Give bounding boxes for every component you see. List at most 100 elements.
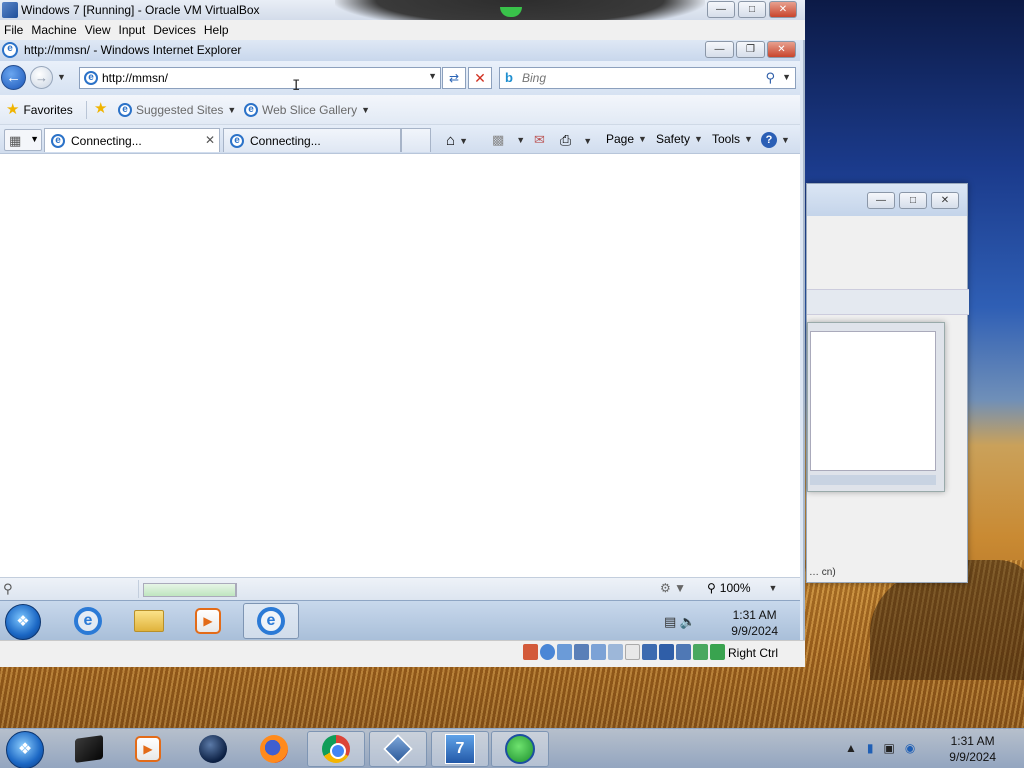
suggested-sites-link[interactable]: e Suggested Sites ▼ bbox=[118, 103, 236, 117]
usb-icon[interactable] bbox=[591, 644, 606, 660]
tab-connecting-active[interactable]: e Connecting... ✕ bbox=[44, 128, 220, 152]
taskbar-explorer[interactable] bbox=[121, 603, 177, 639]
taskbar-virtualbox[interactable] bbox=[369, 731, 427, 767]
favorites-button[interactable]: ★ Favorites bbox=[6, 102, 73, 117]
hard-disk-icon[interactable] bbox=[523, 644, 538, 660]
maximize-icon[interactable]: □ bbox=[899, 192, 927, 209]
guest-clock[interactable]: 1:31 AM 9/9/2024 bbox=[731, 607, 778, 639]
network-icon[interactable] bbox=[574, 644, 589, 660]
mouse-integration-icon[interactable] bbox=[693, 644, 708, 660]
host-time: 1:31 AM bbox=[950, 734, 995, 748]
shared-folders-icon[interactable] bbox=[608, 644, 623, 660]
optical-drive-icon[interactable] bbox=[540, 644, 555, 660]
menu-machine[interactable]: Machine bbox=[31, 20, 84, 40]
new-tab-button[interactable] bbox=[401, 128, 431, 152]
background-window[interactable]: — □ ✕ … cn) bbox=[806, 183, 969, 583]
video-capture-icon[interactable] bbox=[642, 644, 657, 660]
start-button[interactable]: ❖ bbox=[6, 731, 44, 768]
menu-view[interactable]: View bbox=[85, 20, 119, 40]
bluetooth-icon[interactable]: ▮ bbox=[867, 741, 874, 755]
print-button[interactable]: ⎙ ▼ bbox=[560, 132, 592, 149]
menu-help[interactable]: Help bbox=[204, 20, 237, 40]
close-icon[interactable]: ✕ bbox=[931, 192, 959, 209]
ie-titlebar[interactable]: e http://mmsn/ - Windows Internet Explor… bbox=[0, 40, 800, 61]
audio-icon[interactable] bbox=[557, 644, 572, 660]
address-input[interactable] bbox=[102, 70, 422, 86]
search-icon[interactable]: ⚲ bbox=[765, 70, 775, 86]
processor-icon[interactable] bbox=[659, 644, 674, 660]
menu-input[interactable]: Input bbox=[119, 20, 154, 40]
chevron-down-icon[interactable]: ▼ bbox=[459, 136, 468, 146]
stop-button[interactable]: ✕ bbox=[468, 67, 492, 89]
taskbar-download-manager[interactable] bbox=[491, 731, 549, 767]
restore-icon[interactable]: ❐ bbox=[736, 41, 765, 58]
ie-page-icon: e bbox=[244, 103, 258, 117]
internet-explorer-window[interactable]: e http://mmsn/ - Windows Internet Explor… bbox=[0, 40, 800, 600]
display-icon[interactable] bbox=[625, 644, 640, 660]
search-options-dropdown[interactable]: ▼ bbox=[782, 72, 791, 82]
host-system-tray: ▲ ▮ ▣ ◉ bbox=[845, 741, 915, 755]
taskbar-firefox[interactable] bbox=[245, 731, 303, 767]
address-dropdown-icon[interactable]: ▼ bbox=[428, 71, 437, 81]
virtualbox-window[interactable]: Windows 7 [Running] - Oracle VM VirtualB… bbox=[0, 0, 805, 667]
suggested-sites-label: Suggested Sites bbox=[136, 103, 224, 117]
taskbar-app-orb[interactable] bbox=[184, 731, 242, 767]
web-slice-gallery-link[interactable]: e Web Slice Gallery ▼ bbox=[244, 103, 370, 117]
taskbar-media-player[interactable]: ▶ bbox=[180, 603, 236, 639]
menu-file[interactable]: File bbox=[4, 20, 31, 40]
text-cursor-icon: I bbox=[292, 78, 301, 94]
taskbar-ie-running[interactable]: e bbox=[243, 603, 299, 639]
protected-mode-icon[interactable]: ⚙ ▼ bbox=[660, 581, 686, 595]
forward-button[interactable]: → bbox=[30, 66, 53, 89]
minimize-icon[interactable]: — bbox=[707, 1, 735, 18]
taskbar-app-1[interactable] bbox=[60, 731, 118, 767]
host-clock[interactable]: 1:31 AM 9/9/2024 bbox=[949, 733, 996, 765]
address-bar[interactable]: e ▼ bbox=[79, 67, 441, 89]
taskbar-chrome[interactable] bbox=[307, 731, 365, 767]
taskbar-ie-pinned[interactable]: e bbox=[60, 603, 116, 639]
safety-menu-button[interactable]: Safety ▼ bbox=[656, 132, 703, 146]
page-icon: e bbox=[84, 71, 98, 85]
help-button[interactable]: ? ▼ bbox=[761, 132, 790, 148]
page-menu-button[interactable]: Page ▼ bbox=[606, 132, 647, 146]
keyboard-capture-icon[interactable] bbox=[710, 644, 725, 660]
zoom-control[interactable]: ⚲ 100% ▼ bbox=[707, 581, 777, 595]
display-icon[interactable]: ▣ bbox=[884, 741, 895, 755]
feeds-button[interactable]: ▩ ▼ bbox=[492, 132, 525, 148]
quick-tabs-button[interactable]: ▦ ▼ bbox=[4, 129, 42, 151]
search-input[interactable] bbox=[522, 70, 752, 86]
network-volume-icons[interactable]: ▤ 🔈 bbox=[664, 614, 696, 630]
show-hidden-icons[interactable]: ▲ bbox=[845, 741, 857, 755]
minimize-icon[interactable]: — bbox=[867, 192, 895, 209]
taskbar-windows7-vm[interactable]: 7 bbox=[431, 731, 489, 767]
taskbar-media-player[interactable]: ▶ bbox=[119, 731, 177, 767]
home-button[interactable]: ⌂ ▼ bbox=[446, 132, 468, 149]
network-icon[interactable]: ◉ bbox=[905, 741, 915, 755]
back-button[interactable]: ← bbox=[1, 65, 26, 90]
add-to-favorites-bar-button[interactable]: ★ bbox=[94, 101, 107, 116]
virtualbox-icon bbox=[2, 2, 18, 18]
ie-page-icon: e bbox=[118, 103, 132, 117]
close-icon[interactable]: ✕ bbox=[767, 41, 796, 58]
host-key-label: Right Ctrl bbox=[727, 646, 778, 660]
chevron-down-icon[interactable]: ▼ bbox=[583, 136, 592, 146]
chevron-down-icon[interactable]: ▼ bbox=[516, 135, 525, 145]
menu-devices[interactable]: Devices bbox=[153, 20, 204, 40]
background-window-caption[interactable]: — □ ✕ bbox=[807, 184, 967, 216]
recent-pages-dropdown[interactable]: ▼ bbox=[57, 72, 66, 82]
chevron-down-icon[interactable]: ▼ bbox=[769, 583, 778, 593]
chevron-down-icon[interactable]: ▼ bbox=[30, 134, 39, 144]
search-box[interactable]: b ⚲ ▼ bbox=[499, 67, 796, 89]
page-content-area[interactable]: I bbox=[0, 78, 800, 577]
tools-menu-button[interactable]: Tools ▼ bbox=[712, 132, 753, 146]
vtx-icon[interactable] bbox=[676, 644, 691, 660]
maximize-icon[interactable]: □ bbox=[738, 1, 766, 18]
minimize-icon[interactable]: — bbox=[705, 41, 734, 58]
close-tab-icon[interactable]: ✕ bbox=[205, 133, 215, 147]
refresh-compat-button[interactable]: ⇄ bbox=[442, 67, 466, 89]
read-mail-button[interactable]: ✉ bbox=[534, 132, 545, 148]
start-button[interactable]: ❖ bbox=[5, 604, 41, 640]
loading-progress-bar bbox=[143, 583, 237, 597]
tab-connecting[interactable]: e Connecting... bbox=[223, 128, 401, 152]
close-icon[interactable]: ✕ bbox=[769, 1, 797, 18]
